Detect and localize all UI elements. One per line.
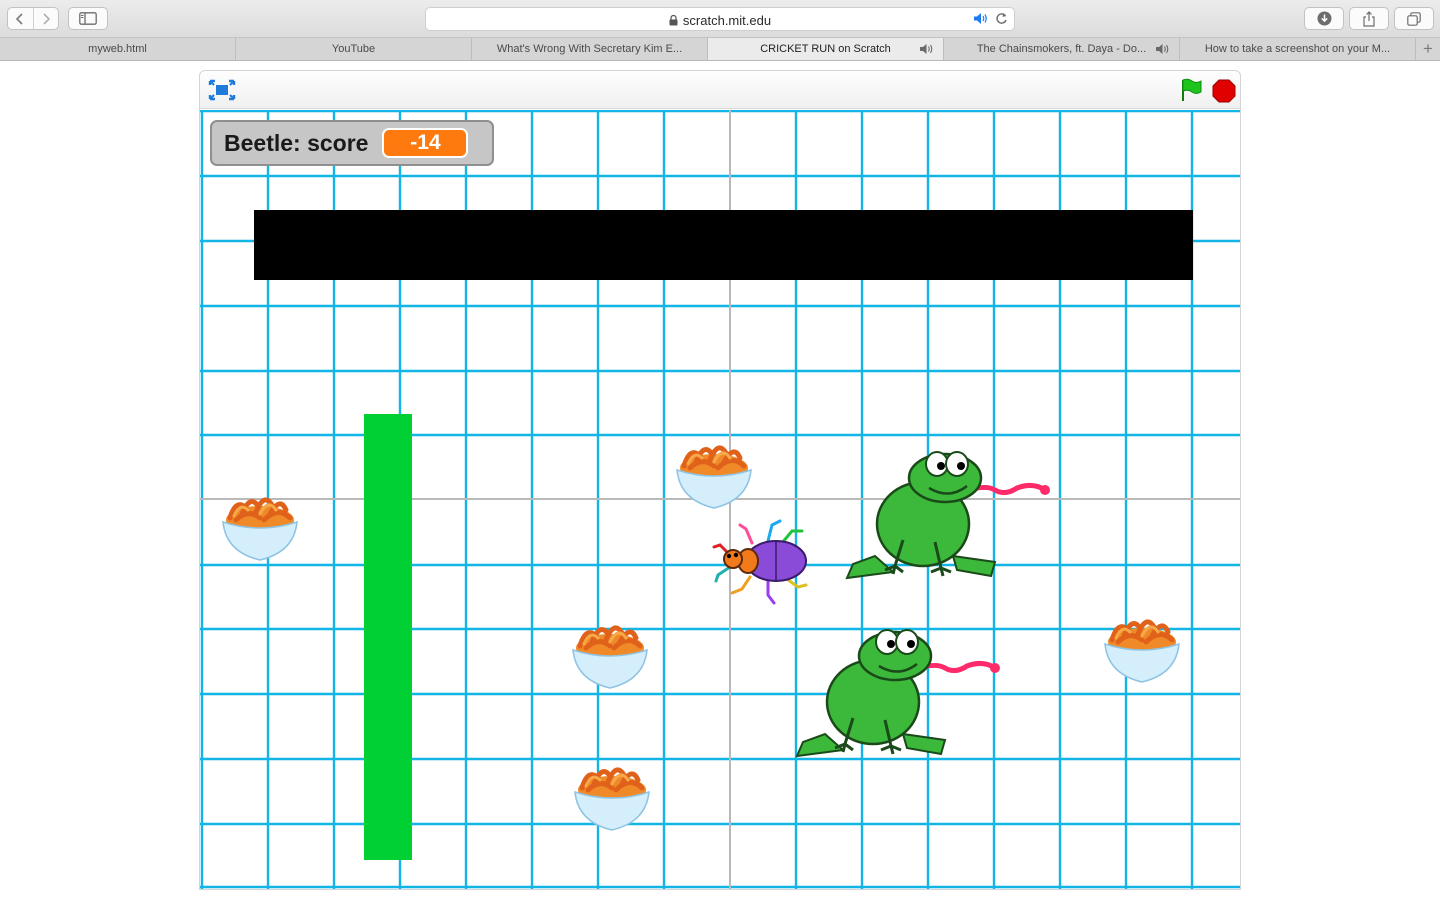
cheese-puffs-bowl[interactable] — [570, 618, 650, 692]
green-wall-sprite[interactable] — [364, 414, 412, 860]
tab-label: myweb.html — [88, 43, 147, 55]
green-flag-button[interactable] — [1178, 77, 1204, 103]
stage[interactable]: Beetle: score -14 — [200, 110, 1240, 889]
scratch-player: Beetle: score -14 — [199, 70, 1241, 890]
new-tab-button[interactable]: + — [1416, 38, 1440, 60]
chevron-right-icon — [43, 12, 50, 25]
bowl-icon — [572, 648, 648, 689]
monitor-label: Beetle: score — [224, 129, 369, 156]
stop-button[interactable] — [1212, 79, 1236, 103]
chevron-left-icon — [16, 12, 23, 25]
beetle-sprite[interactable] — [710, 515, 814, 605]
bowl-icon — [1104, 642, 1180, 683]
fullscreen-icon — [208, 79, 236, 101]
frog-sprite[interactable] — [795, 622, 1005, 762]
fullscreen-button[interactable] — [208, 78, 236, 102]
speaker-icon[interactable] — [1155, 43, 1171, 55]
browser-toolbar: scratch.mit.edu — [0, 0, 1440, 38]
share-button[interactable] — [1349, 7, 1389, 30]
share-icon — [1363, 10, 1375, 27]
forward-button[interactable] — [32, 8, 59, 29]
cheese-puffs-bowl[interactable] — [572, 760, 652, 834]
cheese-puffs-bowl[interactable] — [1102, 612, 1182, 686]
black-wall-sprite[interactable] — [254, 210, 1193, 280]
beetle-icon — [712, 519, 808, 605]
tab-label: YouTube — [331, 43, 376, 55]
reload-icon[interactable] — [995, 12, 1008, 25]
tab-label: How to take a screenshot on your M... — [1204, 43, 1391, 55]
tab-chainsmokers[interactable]: The Chainsmokers, ft. Daya - Do... — [944, 38, 1180, 60]
tab-overview-icon — [1407, 11, 1421, 26]
bowl-icon — [574, 790, 650, 831]
bowl-icon — [676, 468, 752, 509]
url-text: scratch.mit.edu — [682, 12, 772, 28]
lock-icon — [669, 14, 678, 25]
address-bar[interactable]: scratch.mit.edu — [425, 7, 1015, 31]
bowl-icon — [222, 520, 298, 561]
tab-screenshot-howto[interactable]: How to take a screenshot on your M... — [1180, 38, 1416, 60]
player-controls — [200, 71, 1240, 109]
variable-monitor[interactable]: Beetle: score -14 — [210, 120, 494, 166]
tab-cricket-run[interactable]: CRICKET RUN on Scratch — [708, 38, 944, 60]
tab-youtube[interactable]: YouTube — [236, 38, 472, 60]
green-flag-icon — [1182, 78, 1202, 101]
frog-icon — [795, 629, 1000, 758]
tab-secretary-kim[interactable]: What's Wrong With Secretary Kim E... — [472, 38, 708, 60]
cheese-puffs-bowl[interactable] — [674, 438, 754, 512]
frog-sprite[interactable] — [845, 444, 1055, 584]
frog-icon — [845, 451, 1050, 580]
back-button[interactable] — [8, 8, 33, 29]
tab-label: The Chainsmokers, ft. Daya - Do... — [976, 43, 1147, 55]
download-icon — [1317, 11, 1331, 26]
cheese-puffs-bowl[interactable] — [220, 490, 300, 564]
speaker-icon[interactable] — [919, 43, 935, 55]
sidebar-button[interactable] — [68, 7, 108, 30]
stop-sign-icon — [1212, 79, 1236, 103]
tab-bar: myweb.html YouTube What's Wrong With Sec… — [0, 38, 1440, 61]
nav-buttons — [7, 7, 59, 30]
speaker-icon[interactable] — [973, 12, 989, 25]
tab-label: CRICKET RUN on Scratch — [760, 43, 891, 55]
tab-label: What's Wrong With Secretary Kim E... — [496, 43, 683, 55]
monitor-value: -14 — [382, 128, 469, 158]
sidebar-icon — [79, 12, 97, 25]
tab-myweb[interactable]: myweb.html — [0, 38, 236, 60]
tab-overview-button[interactable] — [1394, 7, 1434, 30]
downloads-button[interactable] — [1304, 7, 1344, 30]
